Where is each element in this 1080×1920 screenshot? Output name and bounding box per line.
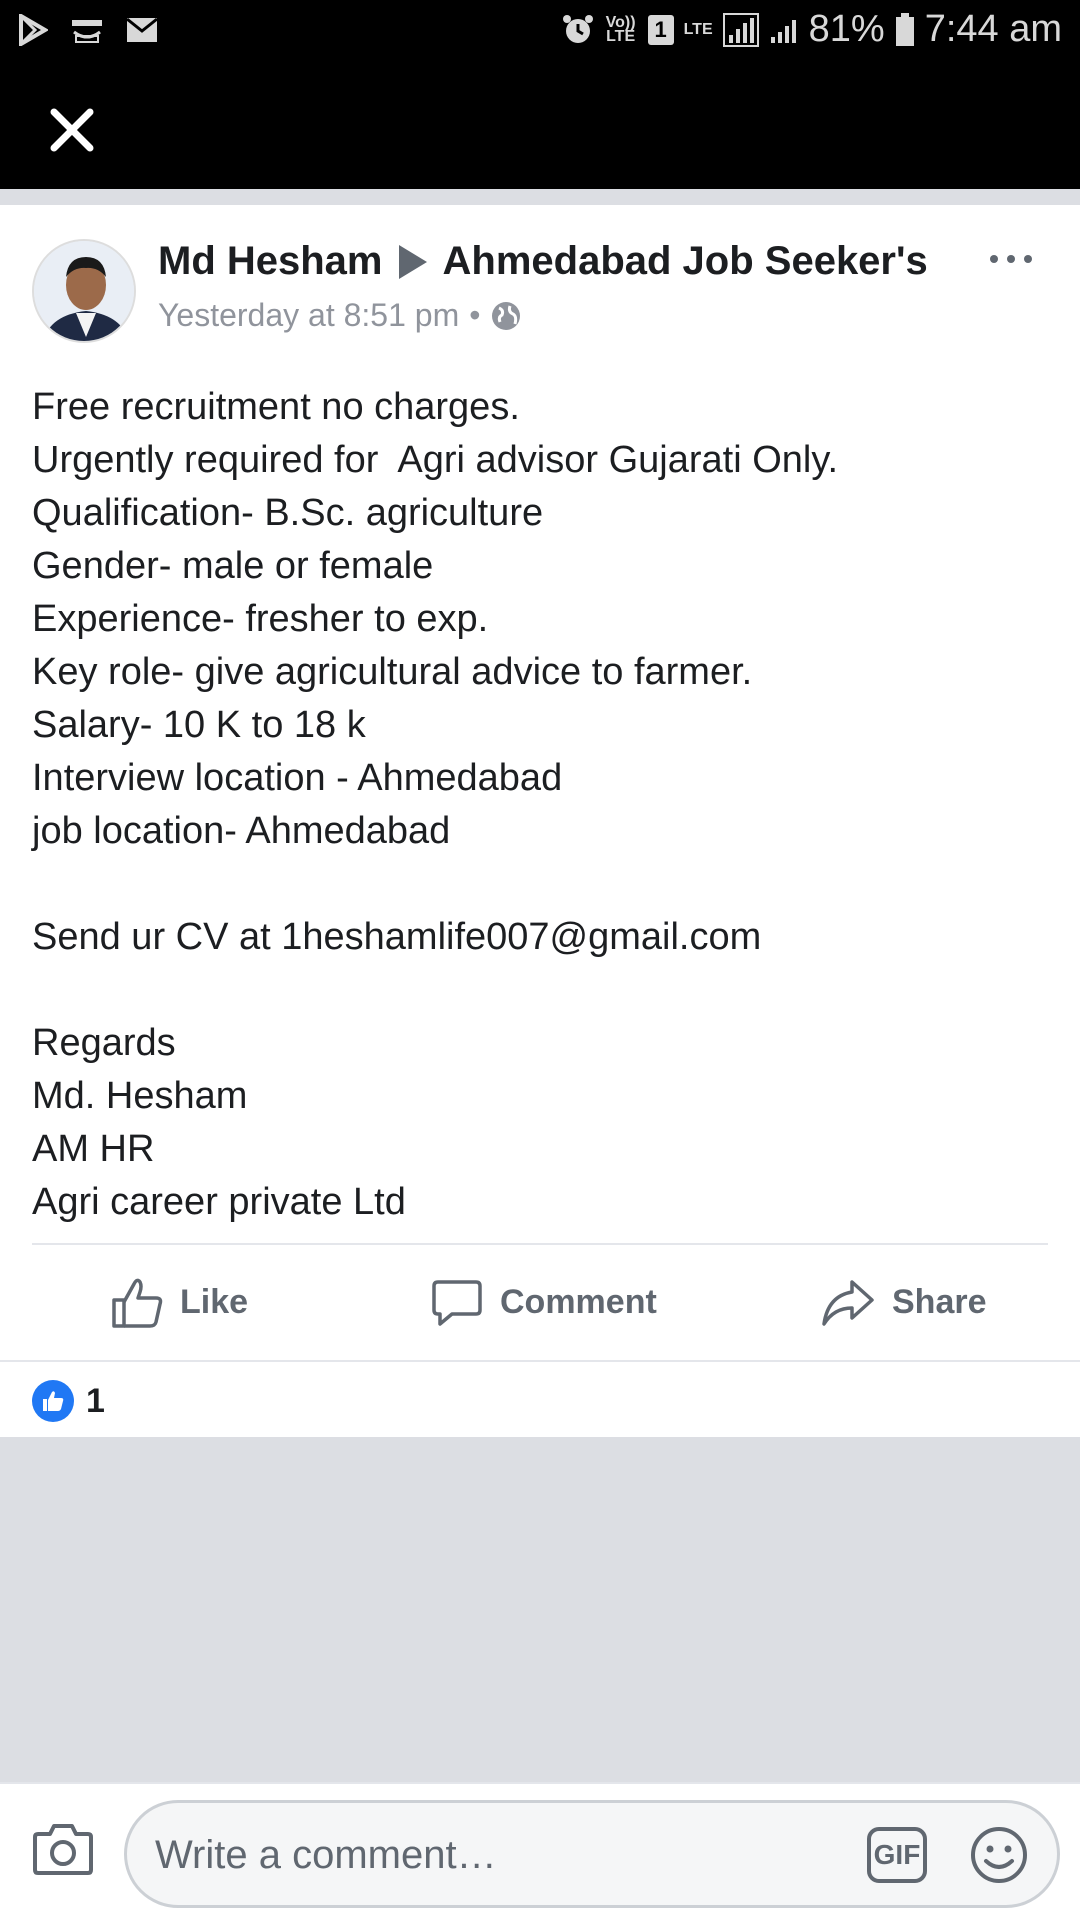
comment-label: Comment bbox=[500, 1283, 657, 1321]
dot-icon bbox=[990, 255, 998, 263]
divider bbox=[0, 1360, 1080, 1362]
author-name[interactable]: Md Hesham bbox=[158, 239, 383, 284]
post-text-line: Interview location - Ahmedabad bbox=[32, 757, 563, 799]
arrow-right-icon bbox=[398, 244, 427, 279]
post-text-line: Agri career private Ltd bbox=[32, 1181, 406, 1223]
post-meta: Yesterday at 8:51 pm • bbox=[158, 297, 522, 334]
share-arrow-icon bbox=[822, 1279, 874, 1326]
comment-button[interactable]: Comment bbox=[430, 1245, 657, 1360]
notification-icons bbox=[18, 14, 158, 46]
speech-bubble-icon bbox=[432, 1279, 482, 1326]
share-button[interactable]: Share bbox=[820, 1245, 987, 1360]
globe-icon bbox=[492, 301, 521, 330]
camera-icon[interactable] bbox=[32, 1820, 94, 1876]
post-card: Md Hesham Ahmedabad Job Seeker's Yesterd… bbox=[0, 205, 1080, 1437]
battery-icon bbox=[895, 12, 914, 46]
reactions-summary[interactable]: 1 bbox=[32, 1380, 105, 1422]
post-body: Free recruitment no charges. Urgently req… bbox=[32, 381, 1052, 1229]
comment-input[interactable] bbox=[155, 1821, 855, 1889]
post-header: Md Hesham Ahmedabad Job Seeker's bbox=[158, 239, 928, 284]
alarm-icon bbox=[562, 14, 593, 43]
post-text-line: Free recruitment no charges. bbox=[32, 386, 520, 428]
play-store-icon bbox=[19, 14, 48, 46]
mail-icon bbox=[126, 17, 158, 42]
emoji-icon[interactable] bbox=[969, 1825, 1029, 1885]
amazon-icon bbox=[72, 20, 102, 43]
like-reaction-icon bbox=[32, 1380, 74, 1422]
post-text-line: AM HR bbox=[32, 1128, 155, 1170]
meta-separator: • bbox=[469, 297, 481, 333]
top-bar bbox=[0, 64, 1080, 189]
post-text-line: Gender- male or female bbox=[32, 545, 434, 587]
clock: 7:44 am bbox=[924, 8, 1062, 50]
post-text-line: Experience- fresher to exp. bbox=[32, 598, 489, 640]
battery-percent: 81% bbox=[808, 8, 885, 50]
like-button[interactable]: Like bbox=[110, 1245, 248, 1360]
signal-strength-2-icon bbox=[770, 19, 796, 43]
avatar[interactable] bbox=[32, 239, 136, 343]
dot-icon bbox=[1024, 255, 1032, 263]
post-text-line: Salary- 10 K to 18 k bbox=[32, 704, 366, 746]
post-text-line: Md. Hesham bbox=[32, 1075, 248, 1117]
lte-label: LTE bbox=[683, 20, 713, 38]
sim-indicator: 1 bbox=[647, 14, 674, 45]
avatar-image bbox=[34, 241, 134, 341]
post-text-line bbox=[32, 858, 1052, 911]
comment-field-container: GIF bbox=[124, 1800, 1060, 1908]
post-text-line: job location- Ahmedabad bbox=[32, 810, 451, 852]
gif-button[interactable]: GIF bbox=[867, 1827, 927, 1883]
thumbs-up-icon bbox=[112, 1278, 163, 1328]
dot-icon bbox=[1007, 255, 1015, 263]
group-name[interactable]: Ahmedabad Job Seeker's bbox=[443, 239, 928, 284]
more-options-button[interactable] bbox=[990, 255, 1032, 263]
post-text-line bbox=[32, 964, 1052, 1017]
signal-strength-icon bbox=[722, 12, 759, 47]
post-text-line: Key role- give agricultural advice to fa… bbox=[32, 651, 753, 693]
like-label: Like bbox=[180, 1283, 249, 1321]
post-text-line: Regards bbox=[32, 1022, 176, 1064]
comment-composer: GIF bbox=[0, 1782, 1080, 1920]
post-text-line: Qualification- B.Sc. agriculture bbox=[32, 492, 544, 534]
status-bar: Vo)) LTE 1 LTE 81% 7:44 am bbox=[0, 0, 1080, 64]
post-timestamp[interactable]: Yesterday at 8:51 pm bbox=[158, 297, 459, 334]
share-label: Share bbox=[892, 1283, 987, 1321]
post-text-line: Send ur CV at 1heshamlife007@gmail.com bbox=[32, 916, 762, 958]
post-text-line: Urgently required for Agri advisor Gujar… bbox=[32, 439, 839, 481]
volte-label: Vo)) LTE bbox=[605, 13, 636, 45]
post-actions: Like Comment Share bbox=[0, 1245, 1080, 1360]
close-icon[interactable] bbox=[46, 104, 98, 156]
system-status: Vo)) LTE 1 LTE 81% 7:44 am bbox=[562, 8, 1062, 51]
like-count: 1 bbox=[86, 1381, 105, 1420]
